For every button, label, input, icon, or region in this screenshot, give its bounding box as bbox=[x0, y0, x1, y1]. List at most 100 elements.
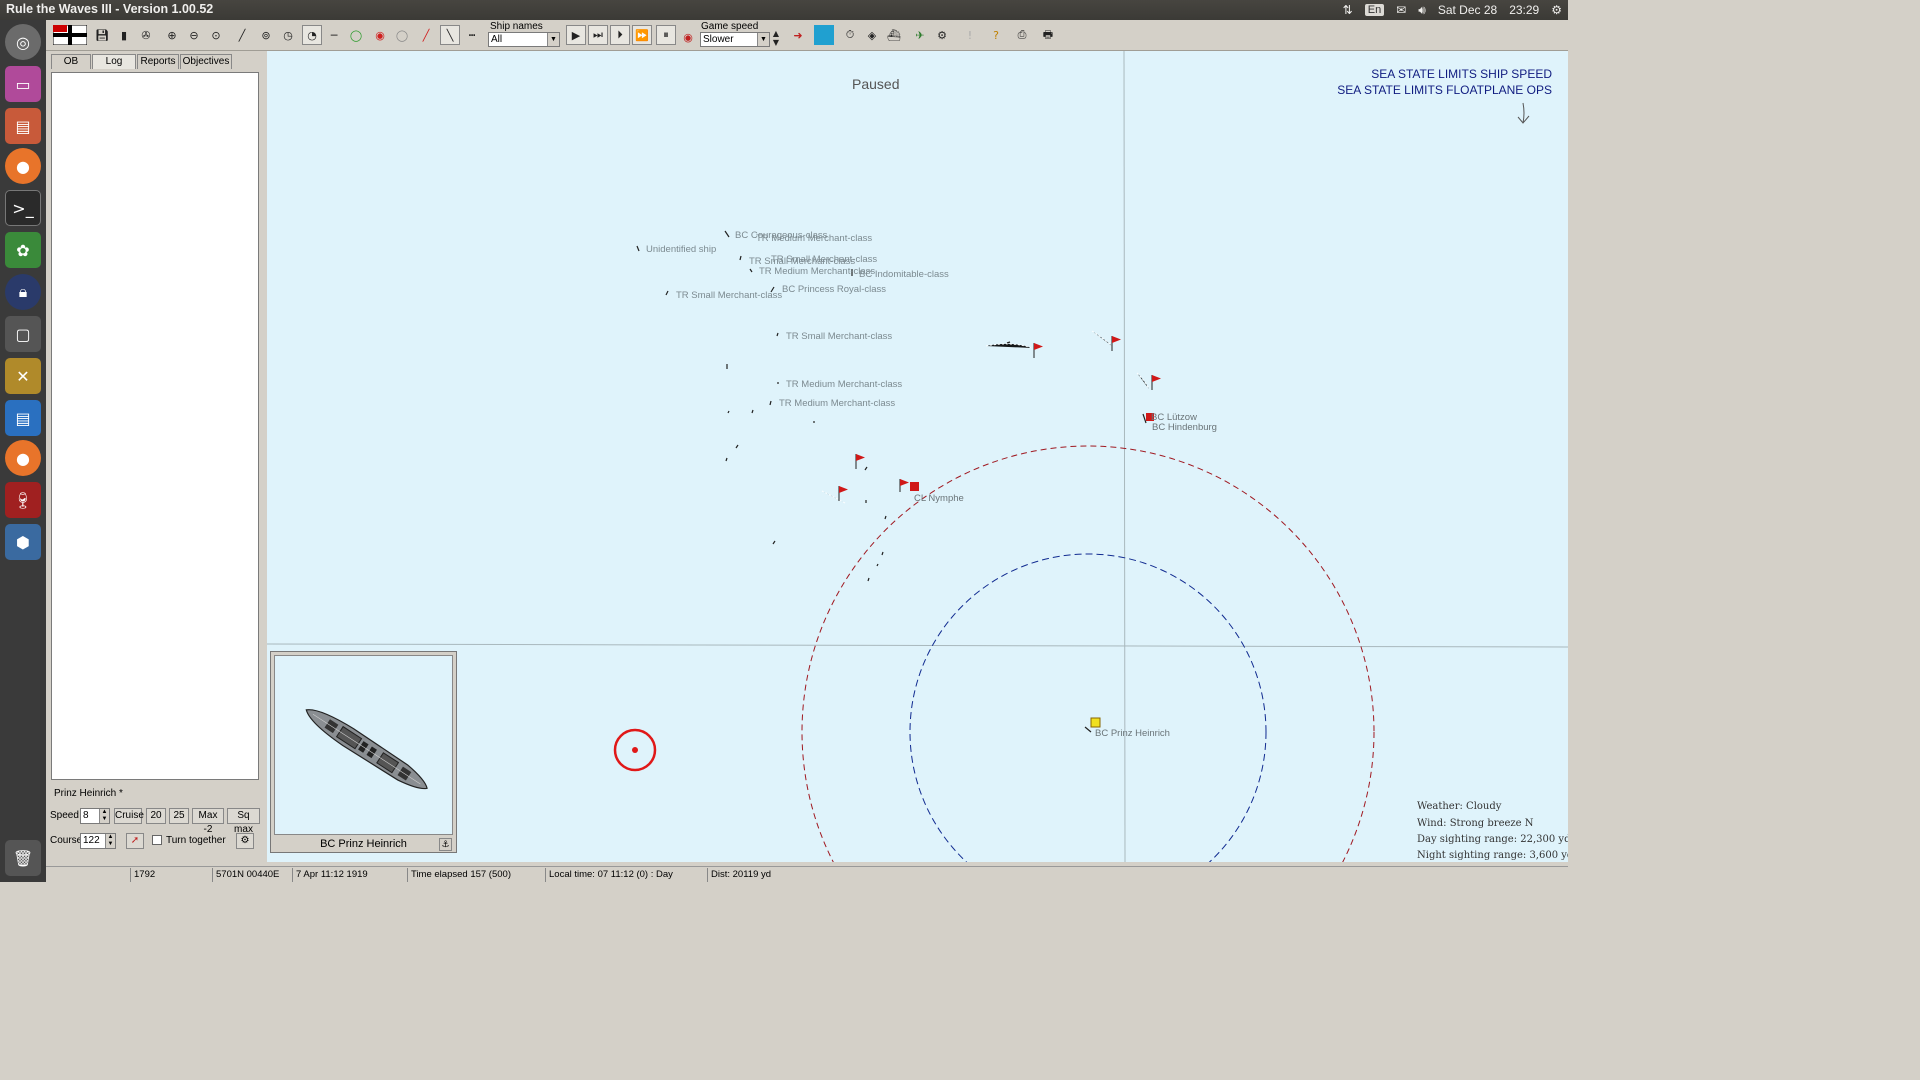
terminal-icon[interactable]: >_ bbox=[5, 190, 41, 226]
pause-icon[interactable]: ⏸ bbox=[656, 25, 676, 45]
ubuntu-icon[interactable]: ◎ bbox=[5, 24, 41, 60]
clock-icon[interactable]: ◷ bbox=[278, 25, 298, 45]
ship-preview-image bbox=[274, 655, 453, 835]
ship-label[interactable]: BC Indomitable-class bbox=[859, 269, 949, 280]
turn-together-checkbox[interactable] bbox=[152, 835, 162, 845]
max-minus-2-button[interactable]: Max -2 bbox=[192, 808, 224, 835]
network-icon[interactable]: ⇅ bbox=[1343, 3, 1353, 17]
files-window-icon[interactable]: ▭ bbox=[5, 66, 41, 102]
grey-ring-icon[interactable]: ◯ bbox=[392, 25, 412, 45]
trash-icon[interactable]: 🗑︎ bbox=[5, 840, 41, 876]
color-picker-icon[interactable]: ✿ bbox=[5, 232, 41, 268]
red-arrow-icon[interactable]: ➜ bbox=[788, 25, 808, 45]
screenshot-icon[interactable]: ⎙ bbox=[1012, 25, 1032, 45]
grid-line-vertical bbox=[1123, 51, 1126, 862]
window-title: Rule the Waves III - Version 1.00.52 bbox=[6, 2, 214, 16]
dashed-line-icon[interactable]: ┅ bbox=[462, 25, 482, 45]
file-manager-icon[interactable]: ▤ bbox=[5, 108, 41, 144]
help-icon[interactable]: ? bbox=[986, 25, 1006, 45]
red-target-icon[interactable]: ◉ bbox=[370, 25, 390, 45]
own-ship-label[interactable]: BC Prinz Heinrich bbox=[1095, 728, 1170, 739]
ship-icon[interactable]: ⛴ bbox=[884, 25, 904, 45]
aircraft-icon[interactable]: ✈ bbox=[910, 25, 930, 45]
fast-forward-icon[interactable]: ⏩ bbox=[632, 25, 652, 45]
tab-reports[interactable]: Reports bbox=[137, 54, 179, 69]
keyboard-indicator[interactable]: En bbox=[1364, 4, 1385, 16]
green-ring-icon[interactable]: ◯ bbox=[346, 25, 366, 45]
speed-20-button[interactable]: 20 bbox=[146, 808, 166, 824]
sea-view-icon[interactable] bbox=[814, 25, 834, 45]
ship-label[interactable]: TR Medium Merchant-class bbox=[779, 398, 895, 409]
firefox-alt-icon[interactable]: ● bbox=[5, 440, 41, 476]
print-icon[interactable]: 🖶︎ bbox=[1038, 25, 1058, 45]
tab-ob[interactable]: OB bbox=[51, 54, 91, 69]
wake-trails bbox=[821, 330, 1150, 504]
ship-label[interactable]: TR Small Merchant-class bbox=[786, 331, 892, 342]
flag-icon[interactable] bbox=[52, 25, 88, 45]
writer-icon[interactable]: ▤ bbox=[5, 400, 41, 436]
gear-icon[interactable]: ⚙ bbox=[932, 25, 952, 45]
ship-label[interactable]: TR Medium Merchant-class bbox=[759, 266, 875, 277]
firefox-icon[interactable]: ● bbox=[5, 148, 41, 184]
ship-names-select[interactable]: All ▼ bbox=[488, 32, 560, 47]
cursor-pick-icon[interactable]: ➚ bbox=[126, 833, 144, 849]
zoom-in-icon[interactable]: ⊕ bbox=[162, 25, 182, 45]
zoom-out-icon[interactable]: ⊖ bbox=[184, 25, 204, 45]
pen-icon[interactable]: ╲ bbox=[440, 25, 460, 45]
stopwatch-icon[interactable]: ⏱ bbox=[840, 25, 860, 45]
ship-label[interactable]: TR Small Merchant-class bbox=[676, 290, 782, 301]
spinner-arrows-icon[interactable]: ▲ ▼ bbox=[99, 809, 109, 823]
zoom-fit-icon[interactable]: ⊙ bbox=[206, 25, 226, 45]
ship-label[interactable]: TR Medium Merchant-class bbox=[756, 233, 872, 244]
red-line-icon[interactable]: ╱ bbox=[416, 25, 436, 45]
ship-lock-icon[interactable]: ⊚ bbox=[256, 25, 276, 45]
step-play-icon[interactable]: ⏵ bbox=[610, 25, 630, 45]
speed-25-button[interactable]: 25 bbox=[169, 808, 189, 824]
ship-label[interactable]: CL Nymphe bbox=[914, 493, 964, 504]
game-speed-select[interactable]: Slower ▼ bbox=[700, 32, 770, 47]
volume-icon[interactable]: 🔊︎ bbox=[1418, 3, 1426, 18]
tab-objectives[interactable]: Objectives bbox=[180, 54, 232, 69]
play-icon[interactable]: ▶ bbox=[566, 25, 586, 45]
line-icon[interactable]: ─ bbox=[324, 25, 344, 45]
disabled-icon[interactable]: ! bbox=[960, 25, 980, 45]
virtualbox-icon[interactable]: ⬢ bbox=[5, 524, 41, 560]
formation-icon[interactable]: ⚙ bbox=[236, 833, 254, 849]
sea-state-floatplane-warning: SEA STATE LIMITS FLOATPLANE OPS bbox=[1337, 83, 1552, 97]
date[interactable]: Sat Dec 28 bbox=[1438, 3, 1497, 17]
ship-label[interactable]: Unidentified ship bbox=[646, 244, 716, 255]
tab-log[interactable]: Log bbox=[92, 54, 136, 69]
ship-label[interactable]: BC Hindenburg bbox=[1152, 422, 1217, 433]
wine-icon[interactable]: 🍷︎ bbox=[5, 482, 41, 518]
step-icon[interactable]: ⏭ bbox=[588, 25, 608, 45]
clock[interactable]: 23:29 bbox=[1509, 3, 1539, 17]
brush-icon[interactable]: ╱ bbox=[232, 25, 252, 45]
ship-label[interactable]: TR Medium Merchant-class bbox=[786, 379, 902, 390]
tactical-map[interactable]: Paused SEA STATE LIMITS SHIP SPEED SEA S… bbox=[267, 51, 1568, 862]
mail-icon[interactable]: ✉ bbox=[1396, 3, 1406, 17]
speed-spinner[interactable]: 8 ▲ ▼ bbox=[80, 808, 110, 824]
course-spinner[interactable]: 122 ▲ ▼ bbox=[80, 833, 116, 849]
book-icon[interactable]: ◈ bbox=[862, 25, 882, 45]
paused-indicator: Paused bbox=[852, 76, 900, 92]
log-list[interactable] bbox=[51, 72, 259, 780]
settings-gear-icon[interactable]: ⚙ bbox=[1551, 3, 1562, 17]
ship-label[interactable]: BC Princess Royal-class bbox=[782, 284, 886, 295]
window-icon[interactable]: ▢ bbox=[5, 316, 41, 352]
cruise-button[interactable]: Cruise bbox=[114, 808, 144, 824]
dosbox-icon[interactable]: ✕ bbox=[5, 358, 41, 394]
lock-icon[interactable]: 🔒︎ bbox=[5, 274, 41, 310]
speed-updown-icon[interactable]: ▲ ▼ bbox=[770, 28, 782, 48]
sea-state-speed-warning: SEA STATE LIMITS SHIP SPEED bbox=[1371, 67, 1552, 81]
spinner-arrows-icon[interactable]: ▲ ▼ bbox=[105, 834, 115, 848]
arrow-down-icon bbox=[1522, 102, 1525, 124]
launcher: ◎ ▭ ▤ ● >_ ✿ 🔒︎ ▢ ✕ ▤ ● 🍷︎ ⬢ 🗑︎ bbox=[0, 20, 46, 882]
exit-icon[interactable]: ▮ bbox=[114, 25, 134, 45]
options-icon[interactable]: ✇ bbox=[136, 25, 156, 45]
ship-info-icon[interactable]: ⚓ bbox=[439, 838, 452, 851]
system-tray: ⇅ En ✉ 🔊︎ Sat Dec 28 23:29 ⚙ bbox=[1343, 0, 1568, 20]
speed-dial-icon[interactable]: ◉ bbox=[680, 29, 696, 45]
squadron-max-button[interactable]: Sq max bbox=[227, 808, 260, 835]
save-icon[interactable]: 💾︎ bbox=[92, 25, 112, 45]
timer-icon[interactable]: ◔ bbox=[302, 25, 322, 45]
